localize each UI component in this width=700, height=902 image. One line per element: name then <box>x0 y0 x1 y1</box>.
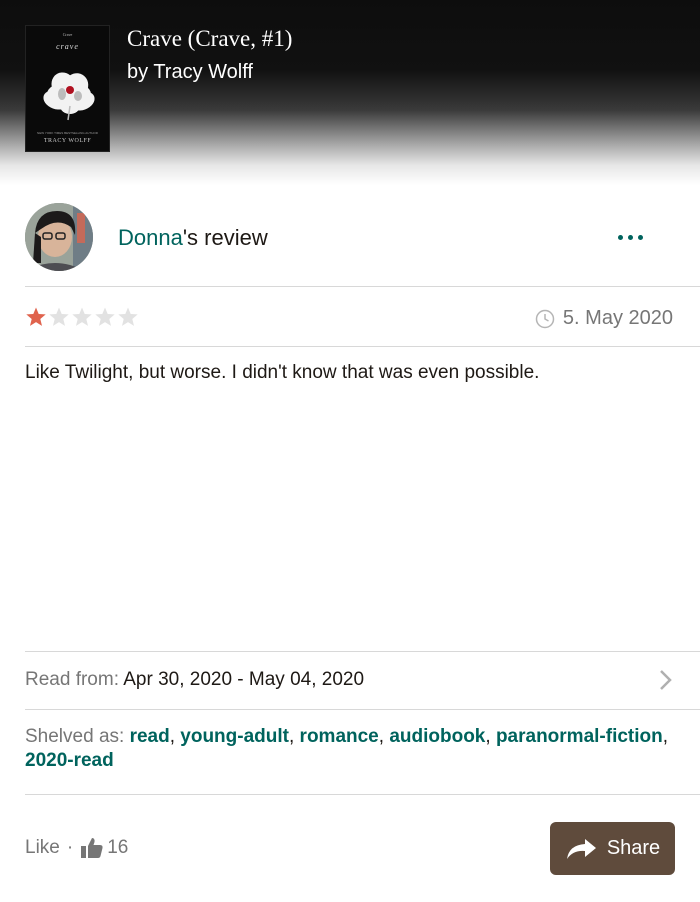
like-button[interactable]: Like <box>25 837 60 859</box>
star-icon <box>95 307 115 326</box>
book-title[interactable]: Crave (Crave, #1) <box>127 26 292 52</box>
cover-tagline: NEW YORK TIMES BESTSELLING AUTHOR <box>37 131 98 135</box>
review-date: 5. May 2020 <box>535 307 673 330</box>
share-label: Share <box>606 837 661 859</box>
star-icon <box>26 307 46 326</box>
divider <box>25 286 700 287</box>
divider <box>25 651 700 652</box>
reviewer-avatar[interactable] <box>25 203 93 271</box>
shelf-link[interactable]: young-adult <box>180 726 289 747</box>
reviewer-heading: Donna's review <box>118 225 268 251</box>
thumbs-up-icon[interactable] <box>80 836 104 860</box>
star-icon <box>49 307 69 326</box>
reviewer-name-link[interactable]: Donna <box>118 225 183 250</box>
shelf-link[interactable]: 2020-read <box>25 750 114 771</box>
book-cover[interactable]: Crave crave NEW YORK TIMES BESTSELLING A… <box>25 25 110 152</box>
review-date-text: 5. May 2020 <box>562 307 673 329</box>
divider <box>25 709 700 710</box>
share-arrow-icon <box>566 838 596 859</box>
divider <box>25 346 700 347</box>
cover-title-text: crave <box>56 42 79 51</box>
shelf-link[interactable]: paranormal-fiction <box>496 726 663 747</box>
cover-author-text: TRACY WOLFF <box>43 138 92 144</box>
shelf-link[interactable]: audiobook <box>389 726 485 747</box>
like-separator: · <box>66 837 74 858</box>
book-header: Crave crave NEW YORK TIMES BESTSELLING A… <box>0 0 700 185</box>
review-heading-suffix: 's review <box>182 225 268 250</box>
cover-series-text: Crave <box>62 32 73 37</box>
chevron-right-icon[interactable] <box>657 668 673 692</box>
read-from-label: Read from: <box>25 669 119 690</box>
star-icon <box>118 307 138 326</box>
flower-icon <box>43 72 95 121</box>
clock-icon <box>535 309 555 328</box>
shelved-as-label: Shelved as: <box>25 726 125 747</box>
shelf-link[interactable]: read <box>130 726 170 747</box>
ellipsis-icon[interactable] <box>608 222 652 252</box>
read-date-range: Apr 30, 2020 - May 04, 2020 <box>123 669 365 690</box>
share-button[interactable]: Share <box>550 822 675 875</box>
rating-stars <box>25 306 139 328</box>
review-body: Like Twilight, but worse. I didn't know … <box>25 362 540 383</box>
star-icon <box>72 307 92 326</box>
avatar-photo <box>25 203 93 271</box>
like-count: 16 <box>107 837 129 858</box>
book-author[interactable]: by Tracy Wolff <box>127 61 253 84</box>
shelf-link[interactable]: romance <box>300 726 379 747</box>
divider <box>25 794 700 795</box>
like-row: Like · 16 <box>25 836 128 860</box>
shelves-list: Shelved as: read, young-adult, romance, … <box>25 726 669 771</box>
read-dates-row[interactable]: Read from: Apr 30, 2020 - May 04, 2020 <box>25 669 364 691</box>
